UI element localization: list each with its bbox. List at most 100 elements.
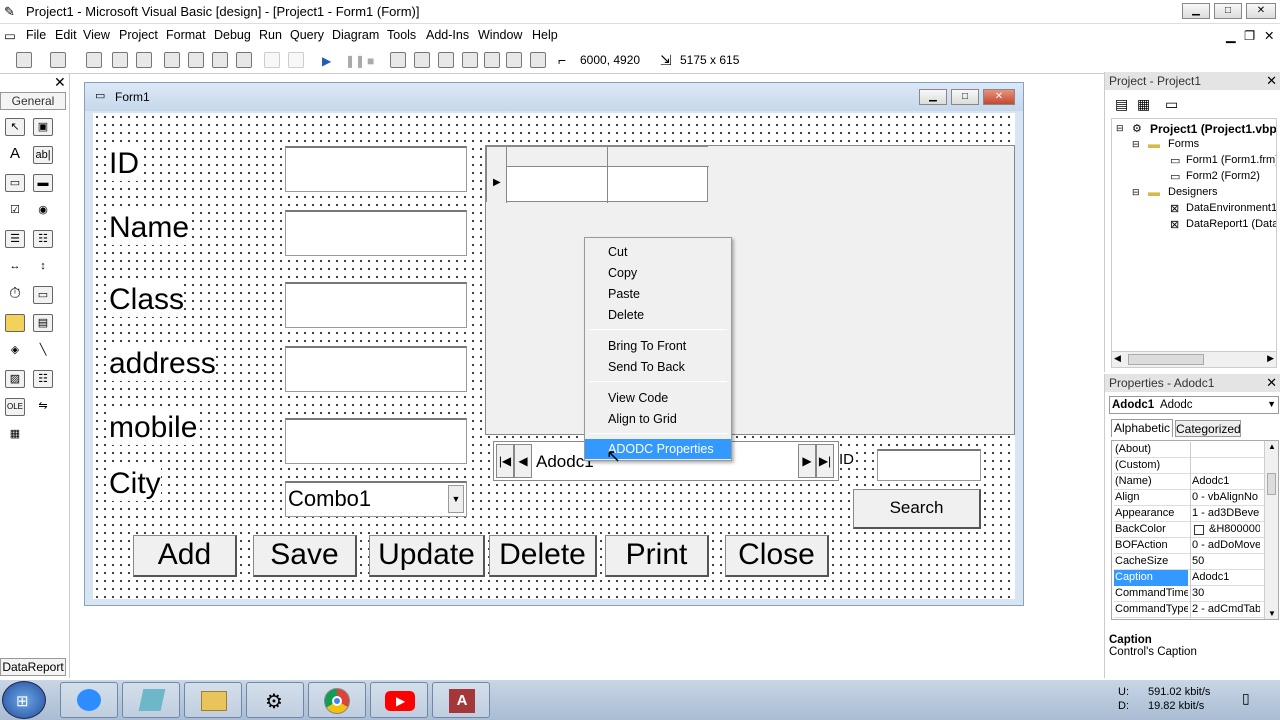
filelistbox-icon[interactable]: ▤ xyxy=(33,314,53,332)
menu-query[interactable]: Query xyxy=(290,28,324,42)
menu-project[interactable]: Project xyxy=(119,28,158,42)
cut-icon[interactable] xyxy=(164,52,180,68)
tree-form1[interactable]: Form1 (Form1.frm) xyxy=(1186,154,1276,166)
combo-dropdown-icon[interactable]: ▼ xyxy=(448,485,464,513)
tree-expander-icon[interactable]: ⊟ xyxy=(1132,187,1140,198)
update-button[interactable]: Update xyxy=(369,535,485,577)
object-selector[interactable]: Adodc1 Adodc ▼ xyxy=(1109,396,1279,414)
prop-row-custom[interactable]: (Custom) xyxy=(1114,458,1274,474)
project-explorer-icon[interactable] xyxy=(390,52,406,68)
add-project-icon[interactable] xyxy=(16,52,32,68)
combo-city[interactable]: Combo1 ▼ xyxy=(285,481,467,517)
commandbutton-icon[interactable]: ▬ xyxy=(33,174,53,192)
menu-file[interactable]: File xyxy=(26,28,46,42)
ctx-copy[interactable]: Copy xyxy=(608,266,637,280)
textbox-icon[interactable]: ab| xyxy=(33,146,53,164)
picturebox-icon[interactable]: ▣ xyxy=(33,118,53,136)
ctx-bring-to-front[interactable]: Bring To Front xyxy=(608,339,686,353)
taskbar-vb[interactable] xyxy=(122,682,180,718)
adodc-next-icon[interactable]: ▶ xyxy=(798,444,816,478)
datagrid-icon[interactable]: ▦ xyxy=(5,426,25,444)
form-designer[interactable]: ▭ Form1 ▁ □ ✕ ID Name Class address mobi… xyxy=(84,82,1024,606)
prop-value[interactable]: 2 - adCmdTab xyxy=(1190,602,1260,618)
copy-icon[interactable] xyxy=(188,52,204,68)
tree-hscrollbar[interactable]: ◀ ▶ xyxy=(1112,351,1276,367)
project-close-icon[interactable]: ✕ xyxy=(1266,73,1277,89)
mdi-minimize-icon[interactable]: ▁ xyxy=(1226,28,1236,43)
taskbar-access[interactable]: A xyxy=(432,682,490,718)
checkbox-icon[interactable]: ☑ xyxy=(5,202,25,220)
scroll-thumb[interactable] xyxy=(1128,354,1204,365)
menu-addins[interactable]: Add-Ins xyxy=(426,28,469,42)
listbox-icon[interactable]: ☷ xyxy=(33,230,53,248)
start-icon[interactable]: ▶ xyxy=(322,54,331,68)
textbox-id[interactable] xyxy=(285,146,467,192)
open-icon[interactable] xyxy=(112,52,128,68)
minimize-button[interactable]: ▁ xyxy=(1182,3,1210,19)
paste-icon[interactable] xyxy=(212,52,228,68)
line-icon[interactable]: ╲ xyxy=(33,342,53,360)
ctx-adodc-properties[interactable]: ADODC Properties xyxy=(608,442,714,456)
view-code-icon[interactable]: ▤ xyxy=(1115,96,1128,113)
textbox-mobile[interactable] xyxy=(285,418,467,464)
ctx-align-to-grid[interactable]: Align to Grid xyxy=(608,412,677,426)
prop-row-cachesize[interactable]: CacheSize 50 xyxy=(1114,554,1274,570)
datagrid[interactable]: ▶ xyxy=(485,145,1015,435)
mdi-close-icon[interactable]: ✕ xyxy=(1264,28,1274,43)
toolbox-icon[interactable] xyxy=(484,52,500,68)
delete-button[interactable]: Delete xyxy=(489,535,597,577)
form-minimize-button[interactable]: ▁ xyxy=(919,89,947,105)
properties-close-icon[interactable]: ✕ xyxy=(1266,375,1277,391)
break-icon[interactable]: ❚❚ xyxy=(345,54,365,68)
textbox-address[interactable] xyxy=(285,346,467,392)
property-grid[interactable]: (About) (Custom) (Name) Adodc1 Align 0 - v… xyxy=(1111,440,1279,620)
component-manager-icon[interactable] xyxy=(530,52,546,68)
menu-help[interactable]: Help xyxy=(532,28,558,42)
data-icon[interactable]: ☷ xyxy=(33,370,53,388)
search-button[interactable]: Search xyxy=(853,489,981,529)
shape-icon[interactable]: ◈ xyxy=(5,342,25,360)
form-maximize-button[interactable]: □ xyxy=(951,89,979,105)
image-icon[interactable]: ▨ xyxy=(5,370,25,388)
tree-datareport1[interactable]: DataReport1 (Data xyxy=(1186,218,1276,230)
prop-value[interactable]: 0 - vbAlignNo xyxy=(1190,490,1260,506)
data-view-icon[interactable] xyxy=(506,52,522,68)
adodc-first-icon[interactable]: |◀ xyxy=(496,444,514,478)
menu-edit[interactable]: Edit xyxy=(55,28,77,42)
menu-view[interactable]: View xyxy=(83,28,110,42)
combobox-icon[interactable]: ☰ xyxy=(5,230,25,248)
ctx-paste[interactable]: Paste xyxy=(608,287,640,301)
label-icon[interactable]: A xyxy=(5,146,25,164)
hscrollbar-icon[interactable]: ↔ xyxy=(5,258,25,276)
print-button[interactable]: Print xyxy=(605,535,709,577)
start-button[interactable]: ⊞ xyxy=(2,681,46,719)
prop-row-appearance[interactable]: Appearance 1 - ad3DBeve xyxy=(1114,506,1274,522)
form-client-area[interactable]: ID Name Class address mobile City Combo1… xyxy=(93,113,1015,599)
prop-value[interactable]: 30 xyxy=(1190,586,1260,602)
adodc-icon[interactable]: ⇋ xyxy=(33,398,53,416)
tree-expander-icon[interactable]: ⊟ xyxy=(1116,123,1124,134)
menu-diagram[interactable]: Diagram xyxy=(332,28,379,42)
tree-dataenvironment1[interactable]: DataEnvironment1 xyxy=(1186,202,1276,214)
prop-value[interactable] xyxy=(1190,442,1260,458)
prop-row-bofaction[interactable]: BOFAction 0 - adDoMove xyxy=(1114,538,1274,554)
prop-value[interactable]: Adodc1 xyxy=(1190,570,1260,586)
toolbox-tab-datareport[interactable]: DataReport xyxy=(0,658,66,676)
tree-project1[interactable]: Project1 (Project1.vbp) xyxy=(1150,122,1276,136)
ctx-delete[interactable]: Delete xyxy=(608,308,644,322)
property-scrollbar[interactable]: ▲ ▼ xyxy=(1264,441,1278,619)
find-icon[interactable] xyxy=(236,52,252,68)
battery-icon[interactable]: ▯ xyxy=(1242,690,1250,707)
ctx-cut[interactable]: Cut xyxy=(608,245,627,259)
timer-icon[interactable]: ⏱ xyxy=(5,286,25,304)
prop-row-backcolor[interactable]: BackColor &H800000 xyxy=(1114,522,1274,538)
taskbar-vb-project[interactable]: ⚙ xyxy=(246,682,304,718)
tree-expander-icon[interactable]: ⊟ xyxy=(1132,139,1140,150)
tree-form2[interactable]: Form2 (Form2) xyxy=(1186,170,1260,182)
textbox-search[interactable] xyxy=(877,449,981,481)
prop-row-align[interactable]: Align 0 - vbAlignNo xyxy=(1114,490,1274,506)
menu-run[interactable]: Run xyxy=(259,28,282,42)
properties-window-icon[interactable] xyxy=(414,52,430,68)
tree-forms[interactable]: Forms xyxy=(1168,138,1199,150)
menu-window[interactable]: Window xyxy=(478,28,522,42)
